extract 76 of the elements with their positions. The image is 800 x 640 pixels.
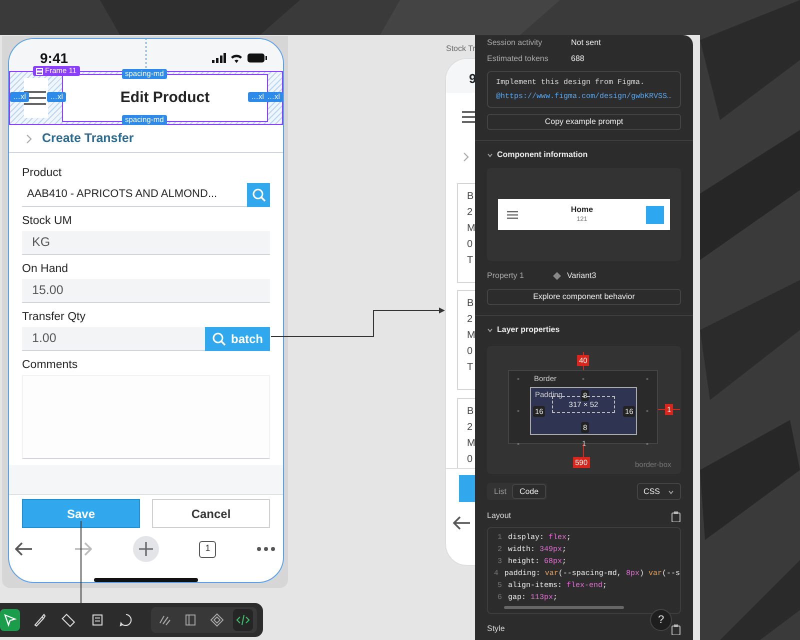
section-label: Style bbox=[487, 623, 505, 635]
layout-icon[interactable] bbox=[184, 613, 198, 627]
status-time: 9:41 bbox=[40, 52, 68, 64]
pointer-icon[interactable] bbox=[3, 613, 17, 627]
diamond-icon bbox=[553, 272, 561, 280]
section-title: Layer properties bbox=[497, 324, 560, 336]
page-title: Edit Product bbox=[120, 88, 210, 108]
input-field[interactable]: KG bbox=[22, 231, 270, 255]
info-label: Estimated tokens bbox=[487, 53, 550, 65]
field-label: Comments bbox=[22, 358, 79, 373]
card-text: T bbox=[467, 361, 474, 375]
back-arrow-icon[interactable] bbox=[15, 542, 33, 556]
section-label: Layout bbox=[487, 510, 512, 522]
property-value[interactable]: Variant3 bbox=[567, 270, 596, 282]
card-text: M bbox=[467, 222, 476, 236]
search-button[interactable] bbox=[247, 183, 270, 207]
note-icon[interactable] bbox=[90, 613, 104, 627]
caret-down-icon[interactable] bbox=[487, 152, 493, 158]
info-value: Not sent bbox=[571, 37, 601, 49]
ruler-icon[interactable] bbox=[61, 613, 75, 627]
card-text: B bbox=[467, 190, 474, 204]
card-text: T bbox=[467, 254, 474, 268]
input-field[interactable]: 1.00 bbox=[22, 327, 205, 351]
battery-icon bbox=[247, 53, 267, 63]
breadcrumb-link[interactable]: Create Transfer bbox=[42, 129, 134, 148]
info-label: Session activity bbox=[487, 37, 544, 49]
frame-name: Stock Tr bbox=[446, 43, 476, 55]
caret-down-icon bbox=[668, 488, 674, 494]
more-icon[interactable] bbox=[257, 547, 275, 551]
field-label: Product bbox=[22, 166, 63, 181]
lines-icon[interactable] bbox=[158, 613, 172, 627]
card-text: 2 bbox=[467, 421, 473, 435]
property-label: Property 1 bbox=[487, 270, 525, 282]
section-title: Component information bbox=[497, 149, 588, 161]
pen-icon[interactable] bbox=[32, 613, 46, 627]
back-arrow-icon[interactable] bbox=[453, 516, 471, 530]
search-icon bbox=[212, 332, 226, 346]
card-text: 2 bbox=[467, 206, 473, 220]
caret-down-icon[interactable] bbox=[487, 327, 493, 333]
field-label: On Hand bbox=[22, 262, 70, 277]
comments-field[interactable] bbox=[22, 375, 270, 459]
field-label: Stock UM bbox=[22, 214, 73, 229]
copy-prompt-button[interactable]: Copy example prompt bbox=[487, 114, 681, 130]
cancel-button[interactable]: Cancel bbox=[152, 499, 270, 528]
clipboard-icon[interactable] bbox=[671, 510, 681, 522]
forward-arrow-icon[interactable] bbox=[74, 542, 92, 556]
frame-icon bbox=[36, 68, 43, 74]
view-tab[interactable]: Code bbox=[512, 484, 546, 499]
input-field[interactable]: 15.00 bbox=[22, 279, 270, 303]
card-text: 0 bbox=[467, 238, 473, 252]
comment-icon[interactable] bbox=[119, 613, 133, 627]
explore-button[interactable]: Explore component behavior bbox=[487, 289, 681, 305]
view-tab[interactable]: List bbox=[488, 484, 512, 499]
card-text: M bbox=[467, 437, 476, 451]
new-tab-button[interactable] bbox=[132, 536, 158, 562]
card-text: 2 bbox=[467, 313, 473, 327]
menu-icon[interactable] bbox=[462, 111, 475, 123]
preview-title: Home bbox=[570, 204, 594, 214]
card-text: B bbox=[467, 297, 474, 311]
info-value: 688 bbox=[571, 53, 584, 65]
field-label: Transfer Qty bbox=[22, 310, 86, 325]
card-text: B bbox=[467, 405, 474, 419]
wifi-icon bbox=[230, 53, 243, 63]
menu-icon bbox=[507, 210, 518, 218]
tabs-button[interactable]: 1 bbox=[199, 540, 216, 558]
card-text: 0 bbox=[467, 345, 473, 359]
plus-icon bbox=[138, 542, 152, 556]
card-text: 0 bbox=[467, 453, 473, 467]
card-text: M bbox=[467, 329, 476, 343]
code-icon[interactable] bbox=[236, 613, 250, 627]
language-select[interactable]: CSS bbox=[636, 483, 681, 500]
signal-icon bbox=[212, 53, 226, 63]
preview-square bbox=[646, 206, 664, 224]
search-icon bbox=[252, 188, 266, 202]
clipboard-icon[interactable] bbox=[671, 624, 681, 634]
component-icon[interactable] bbox=[210, 613, 224, 627]
